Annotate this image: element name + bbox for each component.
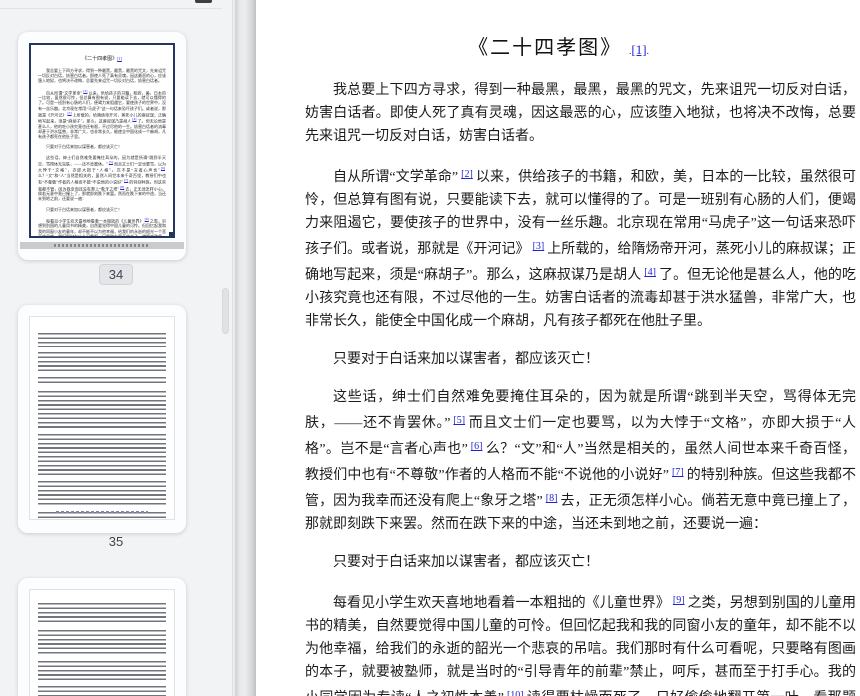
sim-text-block <box>38 481 166 507</box>
thumbnail-page-image: 《二十四孝图》[1] 我总要上下四方寻求，得到一种最黑，最黑，最黑的咒文，先来诅… <box>29 43 175 238</box>
footnote-ref-5[interactable]: [5] <box>453 415 465 426</box>
footnote-ref-8[interactable]: [8] <box>546 493 558 504</box>
page-number-34: 34 <box>0 264 232 285</box>
thumbnail-sidebar: 《二十四孝图》[1] 我总要上下四方寻求，得到一种最黑，最黑，最黑的咒文，先来诅… <box>0 0 232 696</box>
sidebar-top-divider <box>0 8 222 9</box>
mini-footer-line <box>55 511 149 513</box>
sim-text-block <box>38 661 166 681</box>
footnote-ref-2: [2] <box>83 88 88 93</box>
thumbnail-page-image <box>29 316 175 520</box>
thumbnail-footer-bar <box>20 242 184 249</box>
sim-text-block <box>38 391 166 429</box>
thumbnail-page-next[interactable] <box>18 578 186 696</box>
sim-text-block <box>38 603 166 625</box>
paragraph: 只要对于白话来加以谋害者，都应该灭亡！ <box>333 555 599 570</box>
paragraph: 每看见小学生欢天喜地地看着一本粗拙的《儿童世界》[9]之类，另想到别国的儿童用书… <box>305 589 856 696</box>
document-body: 我总要上下四方寻求，得到一种最黑，最黑，最黑的咒文，先来诅咒一切反对白话，妨害白… <box>305 79 856 696</box>
footnote-ref-9[interactable]: [9] <box>673 595 685 606</box>
paragraph: 我总要上下四方寻求，得到一种最黑，最黑，最黑的咒文，先来诅咒一切反对白话，妨害白… <box>38 68 166 84</box>
footnote-ref-1[interactable]: [1] <box>631 42 646 57</box>
paragraph: 只要对于白话来加以谋害者，都应该灭亡！ <box>46 206 122 212</box>
footnote-ref-4[interactable]: [4] <box>644 267 656 278</box>
footnote-ref-3: [3] <box>67 110 72 115</box>
footnote-ref-4: [4] <box>132 117 137 122</box>
sim-text-block <box>38 352 166 372</box>
selected-page-badge: 34 <box>98 264 134 285</box>
paragraph: 自从所谓“文学革命”[2]以来，供给孩子的书籍，和欧，美，日本的一比较，虽然很可… <box>305 169 857 329</box>
title-ref-dot: . <box>646 46 649 56</box>
mini-body-text: 我总要上下四方寻求，得到一种最黑，最黑，最黑的咒文，先来诅咒一切反对白话，妨害白… <box>38 68 167 238</box>
sidebar-splitter-scrollbar[interactable] <box>232 0 256 696</box>
sim-text-block <box>38 512 166 519</box>
footnote-ref-2[interactable]: [2] <box>461 169 473 180</box>
footnote-ref-6[interactable]: [6] <box>471 441 483 452</box>
footnote-ref-3[interactable]: [3] <box>533 241 545 252</box>
toolbar-cutoff-fragment <box>195 0 212 3</box>
footnote-ref-10[interactable]: [10] <box>507 690 524 696</box>
thumbnail-page-35[interactable] <box>18 305 186 533</box>
paragraph: 这些话，绅士们自然难免要掩住耳朵的，因为就是所谓“跳到半天空，骂得体无完肤，——… <box>305 390 857 532</box>
thumbnail-page-34[interactable]: 《二十四孝图》[1] 我总要上下四方寻求，得到一种最黑，最黑，最黑的咒文，先来诅… <box>18 32 186 260</box>
footnote-ref-6: [6] <box>160 166 165 171</box>
footnote-ref-7: [7] <box>124 178 129 183</box>
sidebar-scrollbar-thumb[interactable] <box>222 288 229 334</box>
sim-text-block <box>38 630 166 656</box>
footnote-ref-9: [9] <box>144 216 149 221</box>
thumbnail-page-image <box>29 589 175 696</box>
page-number-35: 35 <box>108 534 124 549</box>
mini-title: 《二十四孝图》[1] <box>82 56 122 62</box>
sim-text-block <box>38 377 166 386</box>
sim-text-block <box>38 686 166 696</box>
paragraph: 只要对于白话来加以谋害者，都应该灭亡！ <box>46 144 122 150</box>
paragraph: 我总要上下四方寻求，得到一种最黑，最黑，最黑的咒文，先来诅咒一切反对白话，妨害白… <box>305 83 856 144</box>
footnote-ref-5: [5] <box>108 159 113 164</box>
paragraph: 自从所谓“文学革命”[2]以来，供给孩子的书籍，和欧，美，日本的一比较，虽然很可… <box>38 88 167 140</box>
paragraph: 每看见小学生欢天喜地地看着一本粗拙的《儿童世界》[9]之类，另想到别国的儿童用书… <box>38 216 167 238</box>
sim-text-block <box>38 434 166 476</box>
paragraph: 这些话，绅士们自然难免要掩住耳朵的，因为就是所谓“跳到半天空，骂得体无完肤，——… <box>38 154 166 202</box>
sim-text-block <box>38 333 166 347</box>
document-page: 《二十四孝图》 .[1]. 我总要上下四方寻求，得到一种最黑，最黑，最黑的咒文，… <box>256 0 860 696</box>
paragraph: 只要对于白话来加以谋害者，都应该灭亡！ <box>333 352 599 367</box>
ebook-reader-window: { "colors": { "sidebar_bg": "#f2f3f4", "… <box>0 0 860 696</box>
footnote-ref-7[interactable]: [7] <box>672 467 684 478</box>
footnote-ref-8: [8] <box>120 184 125 189</box>
document-title: 《二十四孝图》 .[1]. <box>468 37 649 59</box>
document-view: 《二十四孝图》 .[1]. 我总要上下四方寻求，得到一种最黑，最黑，最黑的咒文，… <box>256 0 860 696</box>
